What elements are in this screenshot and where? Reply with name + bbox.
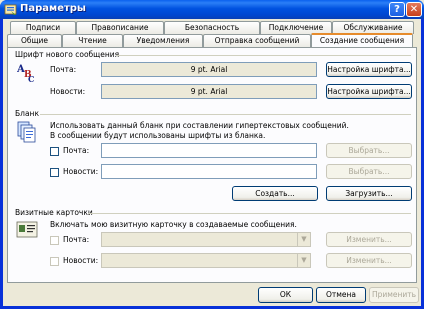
business-card-icon [16,221,38,238]
help-button[interactable]: ? [389,2,405,17]
tab-compose[interactable]: Создание сообщения [311,33,413,47]
vcard-news-select[interactable]: ▼ [101,253,311,268]
tab-general[interactable]: Общие [7,34,62,47]
options-dialog: Параметры ? ✕ Подписи Правописание Безоп… [0,0,424,309]
tab-spelling[interactable]: Правописание [76,21,164,34]
font-news-value: 9 pt. Arial [101,84,317,99]
font-section-title: Шрифт нового сообщения [15,50,120,59]
window-title: Параметры [20,3,86,14]
stationery-mail-checkbox[interactable] [50,147,59,156]
font-abc-icon: A B C [17,64,34,83]
title-bar[interactable]: Параметры ? ✕ [0,0,424,19]
font-mail-value: 9 pt. Arial [101,62,317,77]
stationery-section-divider [40,114,411,115]
vcard-mail-select[interactable]: ▼ [101,232,311,247]
font-news-label: Новости: [50,87,86,96]
compose-tab-panel: Шрифт нового сообщения A B C Почта: 9 pt… [7,47,417,283]
stationery-description-1: Использовать данный бланк при составлени… [50,121,349,130]
vcard-mail-label: Почта: [63,235,90,244]
stationery-description-2: В сообщении будут использованы шрифты из… [50,131,266,140]
news-font-settings-button[interactable]: Настройка шрифта... [326,84,412,99]
svg-text:C: C [28,74,34,83]
vcard-mail-edit-button[interactable]: Изменить... [326,232,412,247]
options-app-icon [4,4,17,15]
vcard-mail-checkbox[interactable] [50,236,59,245]
stationery-section-title: Бланк [15,109,39,118]
cancel-button[interactable]: Отмена [316,287,366,303]
chevron-down-icon[interactable]: ▼ [297,254,310,267]
stationery-news-select-button[interactable]: Выбрать... [326,164,412,179]
font-mail-label: Почта: [50,65,77,74]
stationery-icon [17,121,36,143]
dialog-client-area: Подписи Правописание Безопасность Подклю… [3,19,421,306]
tab-security[interactable]: Безопасность [164,21,260,34]
apply-button[interactable]: Применить [369,287,419,303]
tab-send[interactable]: Отправка сообщений [203,34,311,47]
close-button[interactable]: ✕ [406,2,422,17]
stationery-news-label: Новости: [63,167,99,176]
tab-signatures[interactable]: Подписи [10,21,76,34]
chevron-down-icon[interactable]: ▼ [297,233,310,246]
vcard-news-label: Новости: [63,256,99,265]
ok-button[interactable]: ОК [258,287,313,303]
vcard-description: Включать мою визитную карточку в создава… [50,220,297,229]
stationery-mail-select-button[interactable]: Выбрать... [326,143,412,158]
create-stationery-button[interactable]: Создать... [232,186,318,201]
stationery-mail-label: Почта: [63,146,90,155]
stationery-news-field[interactable] [101,164,317,179]
vcard-section-title: Визитные карточки [15,208,93,217]
stationery-mail-field[interactable] [101,143,317,158]
vcard-section-divider [88,213,411,214]
download-stationery-button[interactable]: Загрузить... [326,186,412,201]
tab-receipts[interactable]: Уведомления [123,34,203,47]
mail-font-settings-button[interactable]: Настройка шрифта... [326,62,412,77]
tab-read[interactable]: Чтение [62,34,123,47]
font-section-divider [116,55,411,56]
vcard-news-checkbox[interactable] [50,257,59,266]
vcard-news-edit-button[interactable]: Изменить... [326,253,412,268]
stationery-news-checkbox[interactable] [50,168,59,177]
